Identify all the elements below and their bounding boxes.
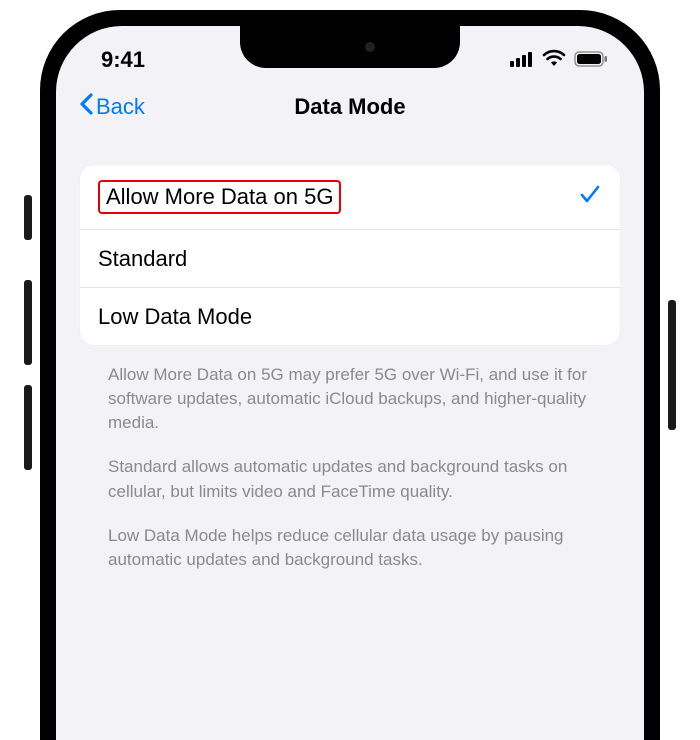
page-title: Data Mode (294, 94, 405, 120)
option-label: Low Data Mode (98, 304, 252, 330)
camera-icon (365, 42, 375, 52)
device-volume-down (24, 385, 32, 470)
battery-icon (574, 47, 608, 73)
back-button[interactable]: Back (78, 92, 145, 122)
status-time: 9:41 (101, 47, 145, 73)
options-group: Allow More Data on 5G Standard Low Data … (80, 165, 620, 345)
checkmark-icon (578, 182, 602, 213)
footer-p2: Standard allows automatic updates and ba… (108, 455, 592, 503)
cellular-icon (510, 47, 534, 73)
wifi-icon (542, 47, 566, 73)
footer-p1: Allow More Data on 5G may prefer 5G over… (108, 363, 592, 435)
nav-bar: Back Data Mode (56, 81, 644, 133)
back-label: Back (96, 94, 145, 120)
device-silence-switch (24, 195, 32, 240)
option-standard[interactable]: Standard (80, 229, 620, 287)
option-allow-more-5g[interactable]: Allow More Data on 5G (80, 165, 620, 229)
option-low-data[interactable]: Low Data Mode (80, 287, 620, 345)
chevron-left-icon (78, 92, 94, 122)
option-label: Allow More Data on 5G (98, 180, 341, 214)
device-volume-up (24, 280, 32, 365)
option-label: Standard (98, 246, 187, 272)
device-frame: 9:41 (40, 10, 660, 740)
device-notch (240, 26, 460, 68)
footer-text: Allow More Data on 5G may prefer 5G over… (80, 345, 620, 572)
device-power-button (668, 300, 676, 430)
footer-p3: Low Data Mode helps reduce cellular data… (108, 524, 592, 572)
screen: 9:41 (56, 26, 644, 740)
